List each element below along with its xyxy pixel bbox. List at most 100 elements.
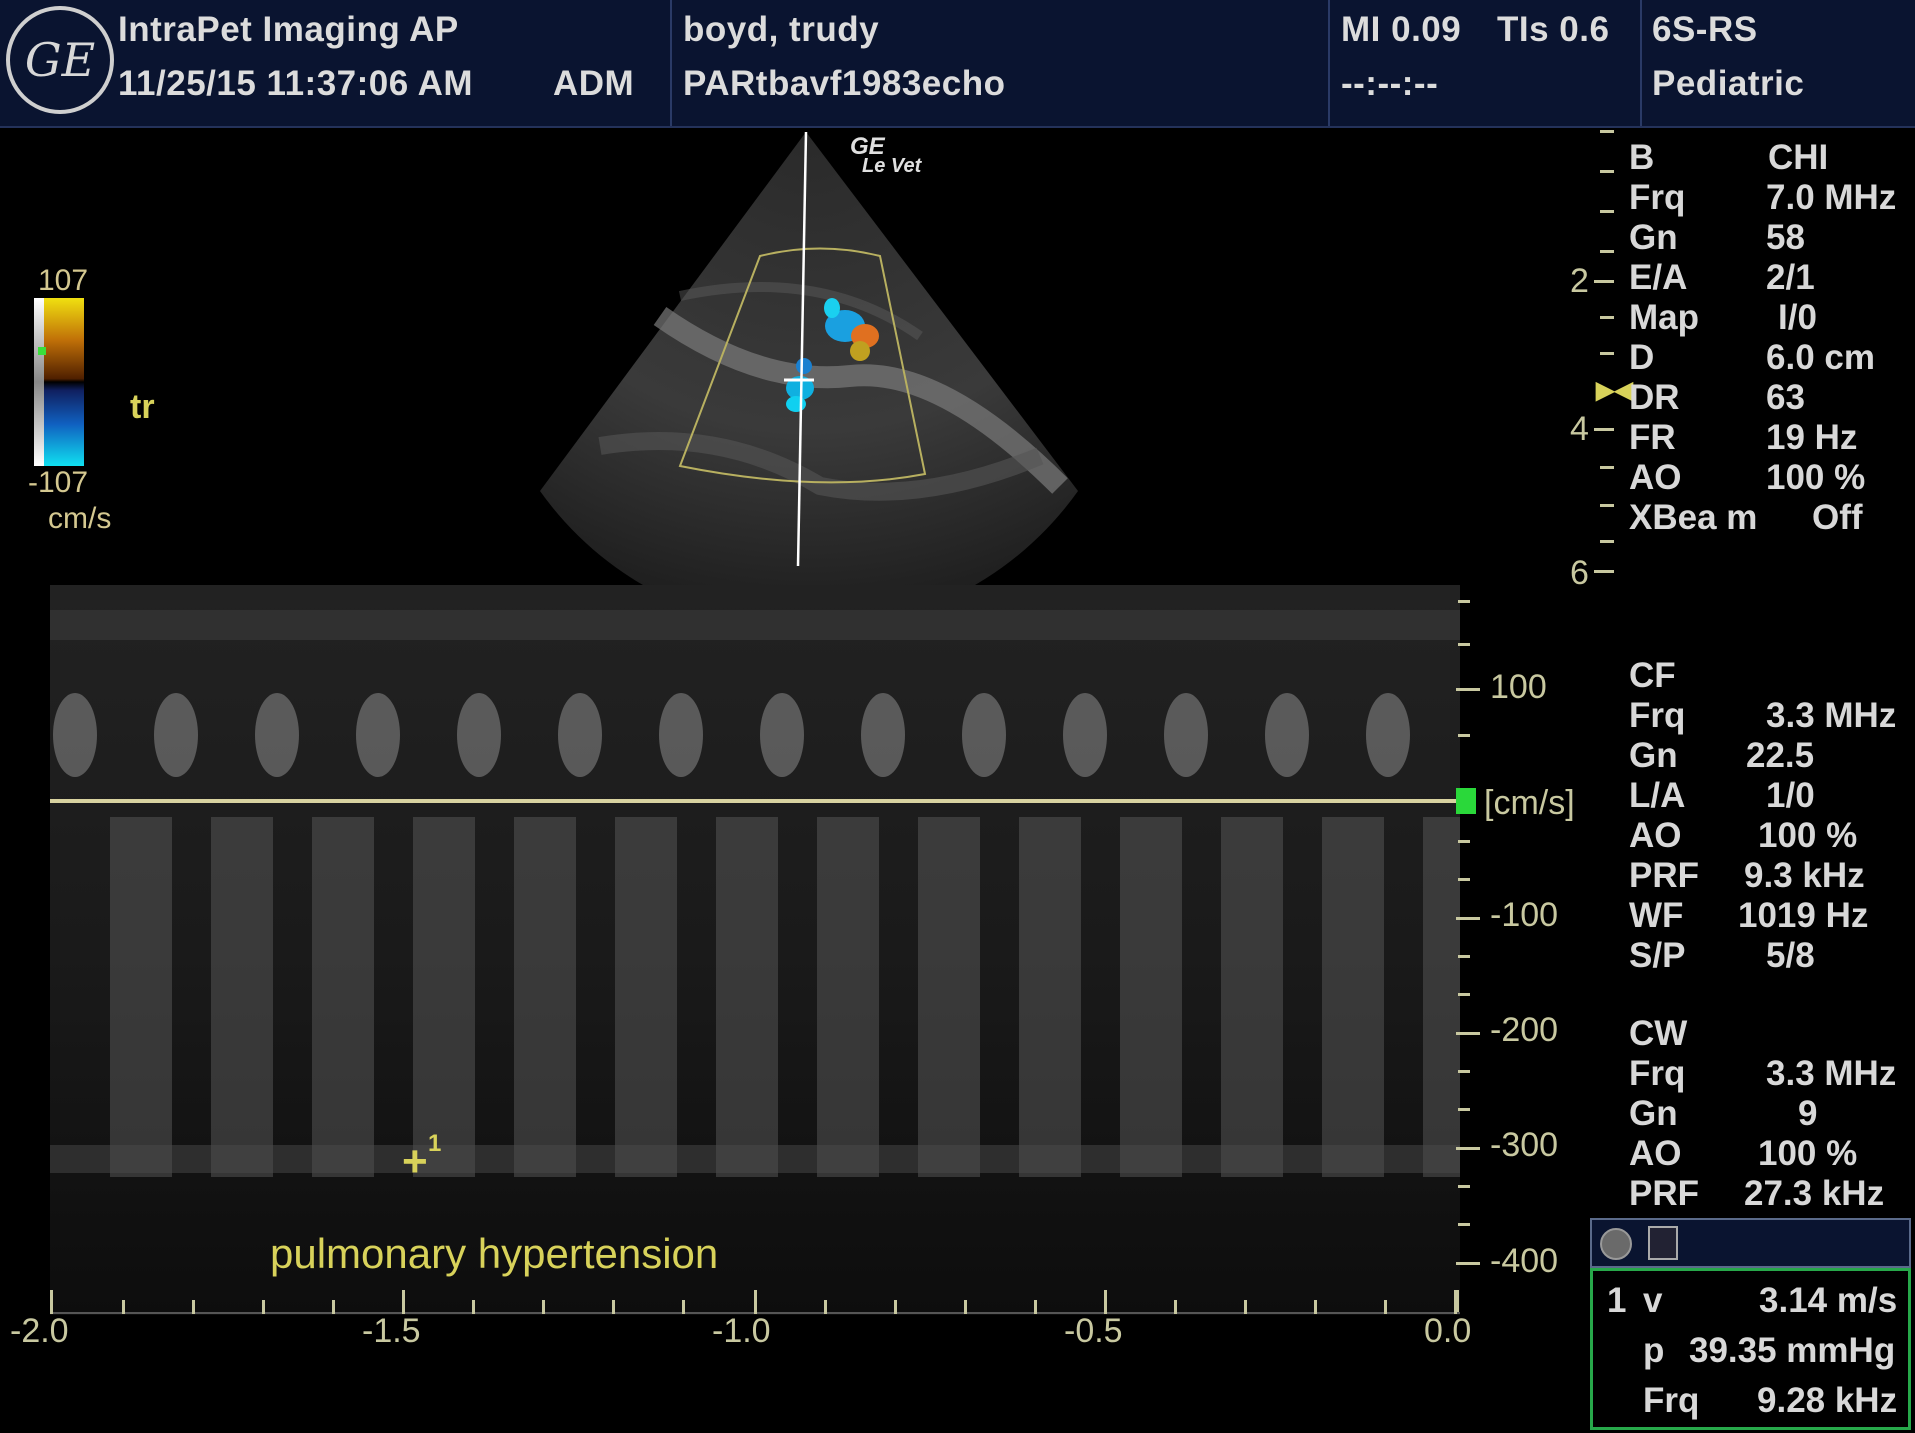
reverse-flow-signal	[1120, 817, 1182, 1177]
param-value: 63	[1766, 378, 1805, 417]
time-tick	[472, 1300, 475, 1314]
time-tick	[192, 1300, 195, 1314]
mechanical-index: MI 0.09	[1341, 10, 1462, 49]
depth-tick	[1600, 210, 1614, 213]
exam-datetime: 11/25/15 11:37:06 AM	[118, 64, 474, 103]
measurement-index: 1	[1607, 1281, 1627, 1320]
forward-flow-signal	[1164, 693, 1208, 777]
time-tick	[50, 1290, 53, 1314]
param-value: 9.3 kHz	[1744, 856, 1865, 895]
caliper-cross-icon[interactable]: +	[402, 1140, 428, 1184]
depth-tick	[1600, 170, 1614, 173]
depth-tick	[1594, 428, 1614, 431]
time-tick	[894, 1300, 897, 1314]
param-value: Off	[1812, 498, 1863, 537]
2d-sector-image: GE Le Vet	[540, 131, 1078, 586]
param-value: 1/0	[1766, 776, 1815, 815]
depth-tick	[1600, 250, 1614, 253]
param-value: 3.3 MHz	[1766, 1054, 1897, 1093]
param-label: AO	[1629, 1134, 1682, 1173]
param-label: Frq	[1629, 178, 1686, 217]
velocity-tick	[1458, 1185, 1470, 1188]
time-tick	[1034, 1300, 1037, 1314]
param-label: D	[1629, 338, 1655, 377]
depth-tick	[1600, 130, 1614, 133]
patient-name: boyd, trudy	[683, 10, 880, 49]
color-map-label: tr	[130, 388, 155, 426]
time-tick	[682, 1300, 685, 1314]
forward-flow-signal	[962, 693, 1006, 777]
operator-id: ADM	[553, 64, 635, 103]
reverse-flow-signal	[817, 817, 879, 1177]
time-tick	[542, 1300, 545, 1314]
param-value: 22.5	[1746, 736, 1815, 775]
time-label: -1.0	[712, 1312, 771, 1350]
param-label: PRF	[1629, 856, 1699, 895]
preset-name: Pediatric	[1652, 64, 1805, 103]
depth-label: 4	[1570, 410, 1589, 448]
param-value: 100 %	[1766, 458, 1866, 497]
b-mode-title: B	[1629, 138, 1655, 177]
velocity-tick	[1456, 1147, 1480, 1150]
sector-background	[540, 132, 1078, 586]
velocity-tick	[1458, 643, 1470, 646]
param-label: Frq	[1629, 1054, 1686, 1093]
depth-label: 2	[1570, 262, 1589, 300]
cw-title: CW	[1629, 1014, 1688, 1053]
time-tick	[1454, 1290, 1457, 1314]
forward-flow-signal	[154, 693, 198, 777]
param-label: DR	[1629, 378, 1680, 417]
color-bar-min: -107	[28, 466, 89, 499]
time-tick	[964, 1300, 967, 1314]
velocity-tick	[1456, 1032, 1480, 1035]
velocity-tick	[1458, 1070, 1470, 1073]
exam-id: PARtbavf1983echo	[683, 64, 1006, 103]
param-label: WF	[1629, 896, 1684, 935]
focus-marker-icon[interactable]: ▶◀	[1596, 376, 1633, 404]
ge-logo-icon: GE	[6, 6, 114, 114]
measure-toolbar	[1590, 1218, 1911, 1268]
param-label: Gn	[1629, 218, 1678, 257]
header-divider	[670, 0, 672, 126]
time-tick	[262, 1300, 265, 1314]
velocity-tick	[1456, 917, 1480, 920]
forward-flow-signal	[53, 693, 97, 777]
param-label: E/A	[1629, 258, 1688, 297]
forward-flow-signal	[1366, 693, 1410, 777]
velocity-tick	[1458, 840, 1470, 843]
forward-flow-signal	[1265, 693, 1309, 777]
time-tick	[1244, 1300, 1247, 1314]
param-value: 100 %	[1758, 816, 1858, 855]
depth-tick	[1600, 504, 1614, 507]
time-tick	[1174, 1300, 1177, 1314]
pressure-label: p	[1643, 1331, 1665, 1370]
velocity-label: v	[1643, 1281, 1663, 1320]
velocity-tick	[1456, 688, 1480, 691]
param-value: 2/1	[1766, 258, 1815, 297]
reverse-flow-signal	[413, 817, 475, 1177]
reverse-flow-signal	[211, 817, 273, 1177]
baseline-handle-icon[interactable]	[1456, 788, 1476, 814]
reverse-flow-signal	[110, 817, 172, 1177]
param-label: Gn	[1629, 1094, 1678, 1133]
color-baseline-marker-icon	[38, 347, 46, 355]
forward-flow-signal	[659, 693, 703, 777]
depth-tick	[1600, 466, 1614, 469]
param-value: 58	[1766, 218, 1805, 257]
velocity-tick	[1458, 734, 1470, 737]
velocity-tick	[1458, 878, 1470, 881]
param-value: 5/8	[1766, 936, 1815, 975]
depth-tick	[1600, 352, 1614, 355]
annotation-text[interactable]: pulmonary hypertension	[270, 1230, 718, 1278]
reverse-flow-signal	[312, 817, 374, 1177]
probe-name: 6S-RS	[1652, 10, 1758, 49]
record-icon[interactable]	[1600, 1228, 1632, 1260]
report-icon[interactable]	[1648, 1226, 1678, 1260]
param-label: AO	[1629, 458, 1682, 497]
param-value: 1019 Hz	[1738, 896, 1869, 935]
param-value: 19 Hz	[1766, 418, 1858, 457]
doppler-spectrum	[50, 585, 1460, 1315]
watermark-line2: Le Vet	[862, 155, 923, 177]
time-tick	[612, 1300, 615, 1314]
velocity-unit: [cm/s]	[1484, 784, 1575, 822]
